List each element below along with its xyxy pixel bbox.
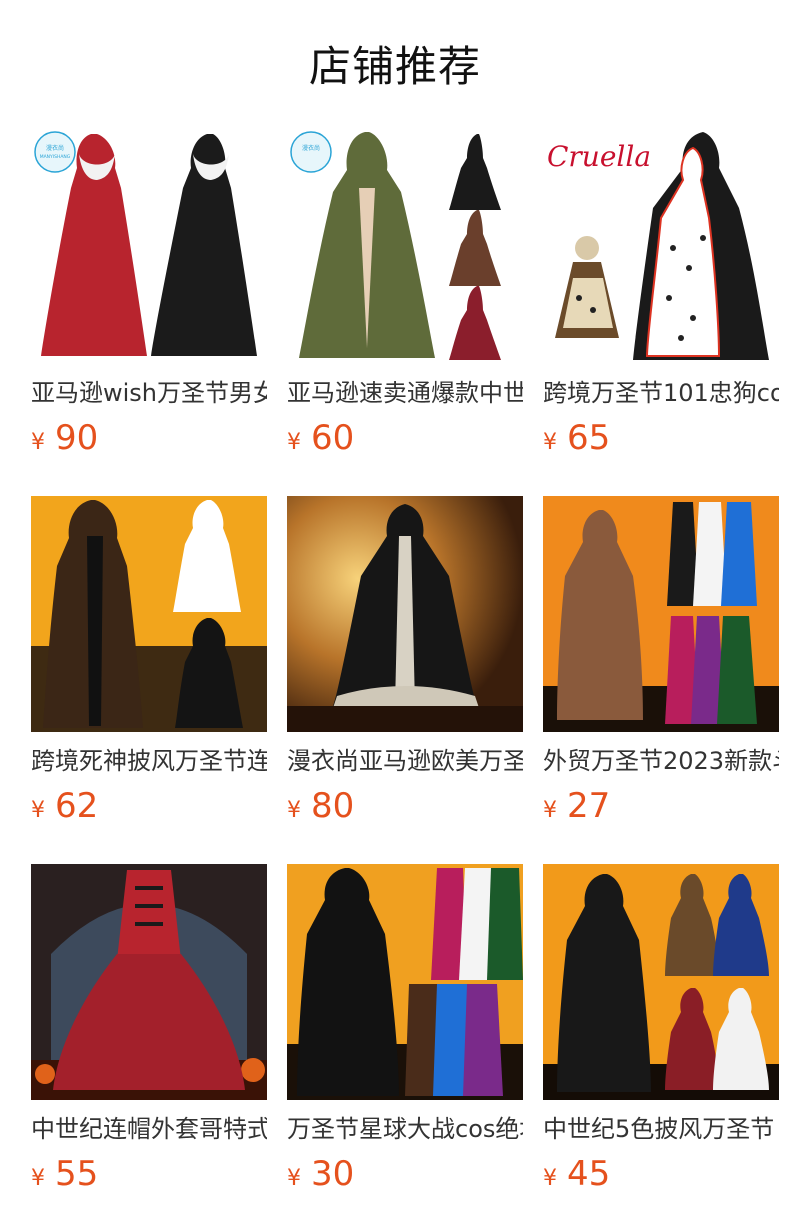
product-title[interactable]: 中世纪连帽外套哥特式 <box>31 1114 267 1144</box>
product-title[interactable]: 亚马逊速卖通爆款中世纪 <box>287 378 523 408</box>
currency-symbol: ¥ <box>287 430 301 455</box>
product-image[interactable]: 漫衣尚 MANYISHANG <box>31 128 267 364</box>
product-image[interactable] <box>31 496 267 732</box>
product-image[interactable] <box>543 864 779 1100</box>
product-card[interactable]: 跨境死神披风万圣节连帽 ¥ 62 <box>31 496 267 826</box>
product-title[interactable]: 亚马逊wish万圣节男女斗篷 <box>31 378 267 408</box>
price-value: 27 <box>567 786 611 826</box>
product-image[interactable]: Cruella <box>543 128 779 364</box>
product-title[interactable]: 中世纪5色披风万圣节 <box>543 1114 779 1144</box>
product-title[interactable]: 跨境死神披风万圣节连帽 <box>31 746 267 776</box>
product-price: ¥ 80 <box>287 786 523 826</box>
svg-text:漫衣尚: 漫衣尚 <box>302 144 320 152</box>
currency-symbol: ¥ <box>287 1166 301 1191</box>
currency-symbol: ¥ <box>31 1166 45 1191</box>
price-value: 55 <box>55 1154 99 1194</box>
product-card[interactable]: 中世纪连帽外套哥特式 ¥ 55 <box>31 864 267 1194</box>
product-price: ¥ 62 <box>31 786 267 826</box>
product-title[interactable]: 外贸万圣节2023新款斗篷 <box>543 746 779 776</box>
product-image[interactable] <box>543 496 779 732</box>
product-image[interactable] <box>31 864 267 1100</box>
product-image[interactable] <box>287 864 523 1100</box>
product-card[interactable]: 外贸万圣节2023新款斗篷 ¥ 27 <box>543 496 779 826</box>
price-value: 60 <box>311 418 355 458</box>
product-card[interactable]: 漫衣尚 亚马逊速卖通爆款中世纪 ¥ 60 <box>287 128 523 458</box>
product-price: ¥ 27 <box>543 786 779 826</box>
currency-symbol: ¥ <box>543 430 557 455</box>
product-price: ¥ 90 <box>31 418 267 458</box>
price-value: 80 <box>311 786 355 826</box>
product-price: ¥ 60 <box>287 418 523 458</box>
page-title: 店铺推荐 <box>308 41 481 91</box>
section-header: 店铺推荐 <box>0 0 790 128</box>
product-card[interactable]: 漫衣尚亚马逊欧美万圣节 ¥ 80 <box>287 496 523 826</box>
svg-text:漫衣尚: 漫衣尚 <box>46 144 64 152</box>
currency-symbol: ¥ <box>543 1166 557 1191</box>
product-price: ¥ 55 <box>31 1154 267 1194</box>
brand-logo: Cruella <box>547 140 651 173</box>
currency-symbol: ¥ <box>31 430 45 455</box>
product-price: ¥ 45 <box>543 1154 779 1194</box>
currency-symbol: ¥ <box>543 798 557 823</box>
product-card[interactable]: Cruella 跨境万圣节101忠狗cos ¥ 65 <box>543 128 779 458</box>
product-image[interactable] <box>287 496 523 732</box>
price-value: 90 <box>55 418 99 458</box>
product-title[interactable]: 万圣节星球大战cos绝地 <box>287 1114 523 1144</box>
price-value: 45 <box>567 1154 611 1194</box>
product-image[interactable]: 漫衣尚 <box>287 128 523 364</box>
price-value: 62 <box>55 786 99 826</box>
price-value: 65 <box>567 418 611 458</box>
currency-symbol: ¥ <box>31 798 45 823</box>
product-title[interactable]: 跨境万圣节101忠狗cos <box>543 378 779 408</box>
product-title[interactable]: 漫衣尚亚马逊欧美万圣节 <box>287 746 523 776</box>
product-price: ¥ 65 <box>543 418 779 458</box>
product-price: ¥ 30 <box>287 1154 523 1194</box>
product-card[interactable]: 万圣节星球大战cos绝地 ¥ 30 <box>287 864 523 1194</box>
svg-text:MANYISHANG: MANYISHANG <box>40 154 71 160</box>
product-card[interactable]: 中世纪5色披风万圣节 ¥ 45 <box>543 864 779 1194</box>
product-card[interactable]: 漫衣尚 MANYISHANG 亚马逊wish万圣节男女斗篷 ¥ 90 <box>31 128 267 458</box>
currency-symbol: ¥ <box>287 798 301 823</box>
price-value: 30 <box>311 1154 355 1194</box>
